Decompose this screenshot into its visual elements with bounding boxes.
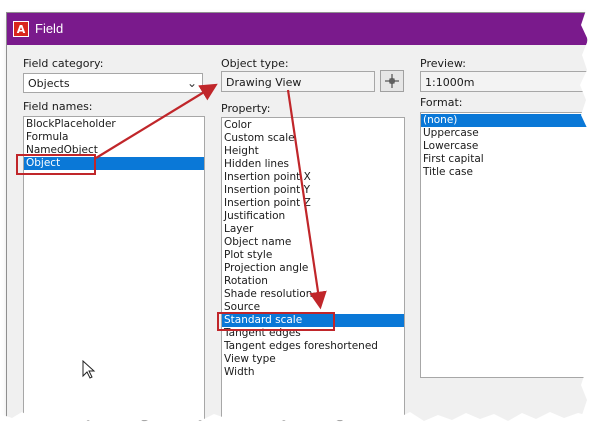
- annotation-arrow-to-object-type: [95, 83, 218, 159]
- mouse-pointer-icon: [82, 360, 96, 379]
- torn-edge-right: [580, 0, 595, 445]
- annotation-arrow-to-standard-scale: [286, 89, 327, 310]
